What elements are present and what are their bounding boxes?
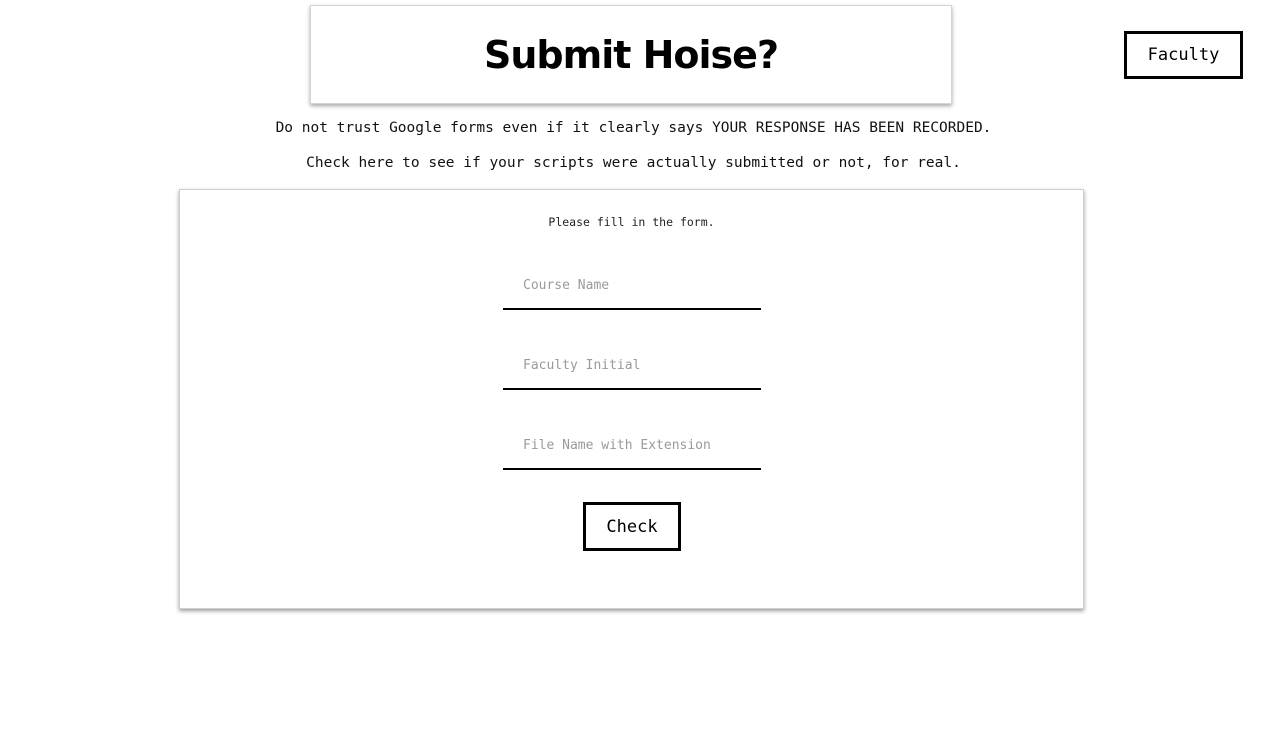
instruction-notice: Check here to see if your scripts were a… bbox=[306, 155, 961, 171]
page-title: Submit Hoise? bbox=[483, 32, 779, 77]
form-instruction: Please fill in the form. bbox=[548, 215, 715, 229]
check-form: Please fill in the form. Check bbox=[179, 189, 1084, 609]
file-name-input[interactable] bbox=[503, 422, 761, 470]
faculty-initial-input[interactable] bbox=[503, 342, 761, 390]
title-card: Submit Hoise? bbox=[310, 5, 952, 104]
check-button[interactable]: Check bbox=[583, 502, 681, 551]
course-name-input[interactable] bbox=[503, 262, 761, 310]
faculty-button[interactable]: Faculty bbox=[1124, 31, 1243, 79]
warning-notice: Do not trust Google forms even if it cle… bbox=[275, 120, 992, 136]
